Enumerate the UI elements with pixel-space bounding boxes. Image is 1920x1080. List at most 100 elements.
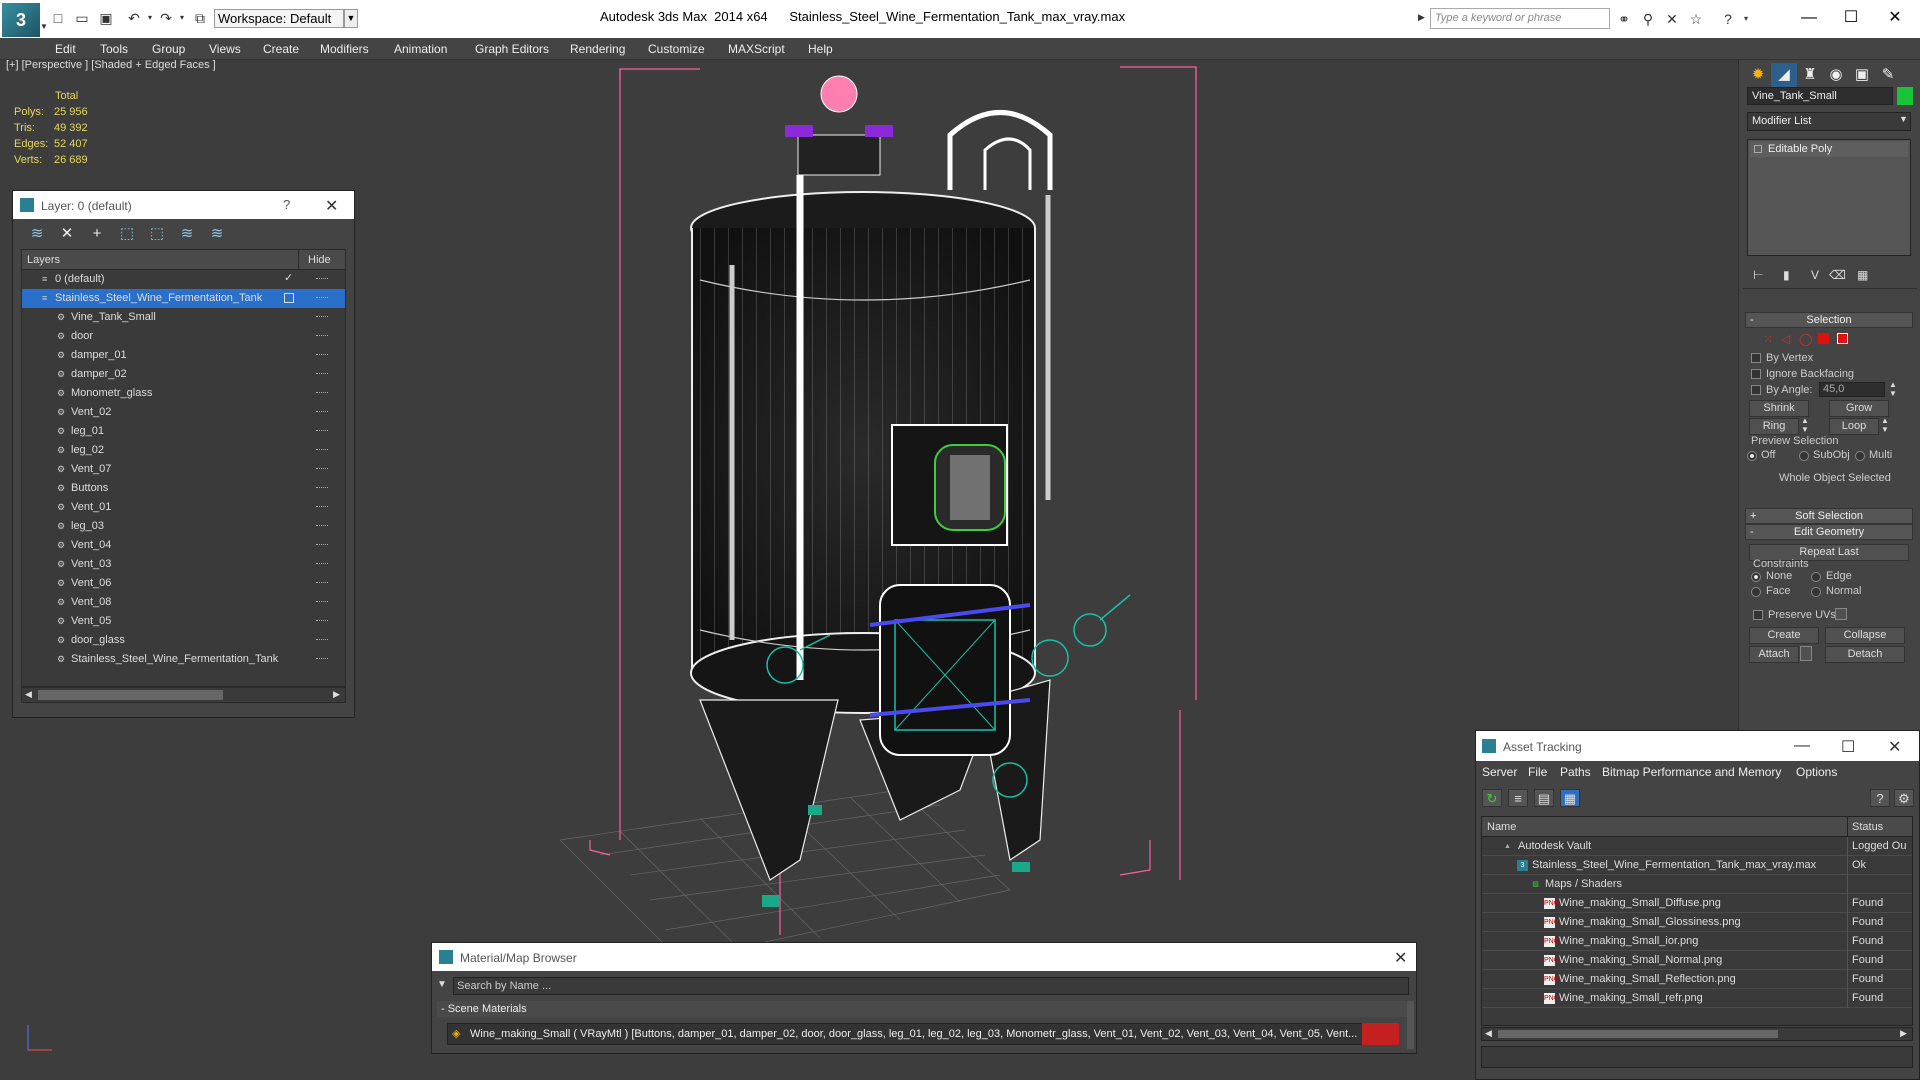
active-layer-check-icon[interactable]: ✓: [284, 271, 293, 284]
delete-layer-icon[interactable]: ✕: [57, 225, 77, 243]
angle-spinner[interactable]: 45,0: [1819, 382, 1885, 397]
polygon-mode-icon[interactable]: [1818, 333, 1829, 344]
layer-row-object[interactable]: ⚙ door_glass: [22, 631, 345, 650]
list-view-icon[interactable]: ≡: [1508, 789, 1528, 807]
rollout-edit-geometry[interactable]: - Edit Geometry: [1745, 524, 1913, 540]
menu-create[interactable]: Create: [263, 42, 299, 56]
help-dropdown-icon[interactable]: ▾: [1736, 9, 1756, 29]
collapse-button[interactable]: Collapse: [1825, 627, 1905, 644]
layer-row-object[interactable]: ⚙ leg_02: [22, 441, 345, 460]
preserve-uvs-settings-icon[interactable]: [1835, 608, 1847, 620]
layer-row-object[interactable]: ⚙ Vent_06: [22, 574, 345, 593]
favorites-star-icon[interactable]: ☆: [1686, 9, 1706, 29]
asset-menu-options[interactable]: Options: [1796, 765, 1837, 779]
layer-row-object[interactable]: ⚙ damper_02: [22, 365, 345, 384]
exchange-icon[interactable]: ✕: [1662, 9, 1682, 29]
preserve-uvs-checkbox[interactable]: [1753, 610, 1763, 620]
asset-maximize-icon[interactable]: ☐: [1841, 737, 1855, 757]
attach-list-icon[interactable]: [1800, 646, 1812, 661]
save-icon[interactable]: ▣: [96, 8, 116, 28]
freeze-all-icon[interactable]: ≋: [207, 225, 227, 243]
keyword-search-input[interactable]: Type a keyword or phrase: [1430, 8, 1610, 29]
menu-graph-editors[interactable]: Graph Editors: [475, 42, 549, 56]
layer-help-icon[interactable]: ?: [283, 197, 290, 212]
menu-tools[interactable]: Tools: [100, 42, 128, 56]
create-button[interactable]: Create: [1749, 627, 1819, 644]
asset-settings-icon[interactable]: ⚙: [1894, 789, 1914, 807]
menu-group[interactable]: Group: [152, 42, 185, 56]
layer-dialog-titlebar[interactable]: Layer: 0 (default) ? ✕: [13, 191, 354, 219]
menu-views[interactable]: Views: [209, 42, 241, 56]
layer-row-object[interactable]: ⚙ Monometr_glass: [22, 384, 345, 403]
asset-menu-paths[interactable]: Paths: [1560, 765, 1591, 779]
asset-row[interactable]: ▲ Autodesk Vault Logged Ou: [1482, 837, 1912, 856]
help-icon[interactable]: ?: [1718, 9, 1738, 29]
vertex-mode-icon[interactable]: ⁙: [1763, 332, 1773, 346]
asset-row[interactable]: PNG Wine_making_Small_Reflection.png Found: [1482, 970, 1912, 989]
menu-edit[interactable]: Edit: [55, 42, 76, 56]
search-expand-icon[interactable]: ▶: [1418, 12, 1425, 23]
loop-spinner-icon[interactable]: ▲ ▼: [1881, 416, 1889, 434]
angle-spinner-arrows-icon[interactable]: ▲ ▼: [1889, 380, 1897, 398]
element-mode-icon[interactable]: [1837, 333, 1848, 344]
loop-button[interactable]: Loop: [1829, 418, 1879, 435]
scroll-left-icon[interactable]: ◀: [25, 689, 32, 700]
constraint-face-radio[interactable]: [1751, 587, 1761, 597]
stack-item-editable-poly[interactable]: Editable Poly: [1750, 142, 1908, 157]
open-file-icon[interactable]: ▭: [72, 8, 92, 28]
select-objects-icon[interactable]: ⬚: [117, 225, 137, 243]
scene-materials-group[interactable]: - Scene Materials: [437, 1001, 1407, 1017]
minimize-icon[interactable]: —: [1786, 4, 1832, 32]
asset-row[interactable]: ▨ Maps / Shaders: [1482, 875, 1912, 894]
by-vertex-checkbox[interactable]: [1751, 353, 1761, 363]
scroll-thumb[interactable]: [38, 690, 223, 700]
attach-button[interactable]: Attach: [1749, 646, 1799, 663]
constraint-none-radio[interactable]: [1751, 572, 1761, 582]
layer-row-object[interactable]: ⚙ Buttons: [22, 479, 345, 498]
layer-row-object[interactable]: ⚙ Vent_03: [22, 555, 345, 574]
new-file-icon[interactable]: □: [48, 8, 68, 28]
remove-modifier-icon[interactable]: ⌫: [1829, 268, 1846, 282]
rollout-selection[interactable]: - Selection: [1745, 312, 1913, 328]
modifier-list-dropdown-icon[interactable]: ▼: [1899, 114, 1908, 124]
material-browser-scrollbar[interactable]: [1407, 1001, 1414, 1049]
col-hide[interactable]: Hide: [308, 254, 331, 266]
layer-row-object[interactable]: ⚙ leg_03: [22, 517, 345, 536]
communication-center-icon[interactable]: ⚲: [1638, 9, 1658, 29]
material-browser-close-icon[interactable]: ✕: [1394, 948, 1407, 968]
asset-row[interactable]: PNG Wine_making_Small_Normal.png Found: [1482, 951, 1912, 970]
stack-item-expand-icon[interactable]: [1754, 145, 1762, 153]
edge-mode-icon[interactable]: ◁: [1781, 332, 1790, 346]
shrink-button[interactable]: Shrink: [1749, 400, 1809, 417]
make-unique-icon[interactable]: V: [1811, 268, 1819, 282]
material-browser-titlebar[interactable]: Material/Map Browser ✕: [432, 943, 1416, 971]
menu-customize[interactable]: Customize: [648, 42, 705, 56]
asset-row[interactable]: PNG Wine_making_Small_Diffuse.png Found: [1482, 894, 1912, 913]
asset-scroll-right-icon[interactable]: ▶: [1900, 1028, 1907, 1039]
browser-options-icon[interactable]: ▼: [437, 979, 447, 990]
app-menu-arrow-icon[interactable]: ▼: [40, 22, 48, 31]
menu-rendering[interactable]: Rendering: [570, 42, 625, 56]
rollout-soft-selection[interactable]: + Soft Selection: [1745, 508, 1913, 524]
layer-row-object[interactable]: ⚙ Vine_Tank_Small: [22, 308, 345, 327]
asset-row[interactable]: PNG Wine_making_Small_ior.png Found: [1482, 932, 1912, 951]
asset-row[interactable]: PNG Wine_making_Small_refr.png Found: [1482, 989, 1912, 1008]
close-window-icon[interactable]: ✕: [1872, 4, 1918, 32]
create-layer-icon[interactable]: ≋: [27, 225, 47, 243]
highlight-layer-icon[interactable]: ⬚: [147, 225, 167, 243]
asset-menu-server[interactable]: Server: [1482, 765, 1517, 779]
set-current-layer-icon[interactable]: [284, 293, 294, 303]
layer-row-default[interactable]: ≡ 0 (default) ✓: [22, 270, 345, 289]
workspace-select[interactable]: Workspace: Default: [214, 9, 344, 28]
asset-scroll-thumb[interactable]: [1498, 1030, 1778, 1038]
detach-button[interactable]: Detach: [1825, 646, 1905, 663]
layer-close-icon[interactable]: ✕: [325, 196, 338, 216]
asset-help-icon[interactable]: ?: [1870, 789, 1890, 807]
menu-maxscript[interactable]: MAXScript: [728, 42, 785, 56]
asset-menu-file[interactable]: File: [1528, 765, 1547, 779]
layer-row-object[interactable]: ⚙ Vent_05: [22, 612, 345, 631]
preview-off-radio[interactable]: [1747, 451, 1757, 461]
refresh-icon[interactable]: ↻: [1482, 789, 1502, 807]
add-to-layer-icon[interactable]: +: [87, 225, 107, 243]
project-folder-icon[interactable]: ⧉: [190, 8, 210, 28]
